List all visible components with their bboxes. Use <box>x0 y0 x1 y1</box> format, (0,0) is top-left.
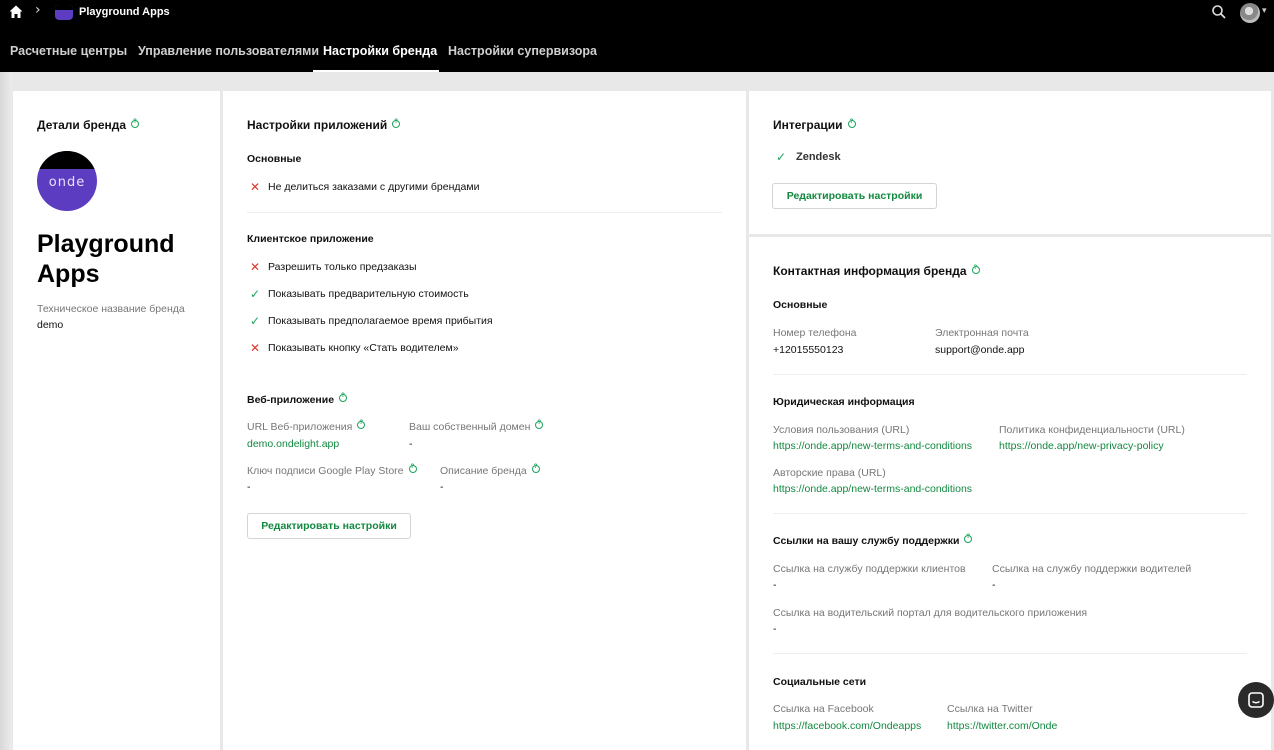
option-show-price-estimate: Показывать предварительную стоимость <box>268 288 469 300</box>
client-app-section-title: Клиентское приложение <box>247 233 374 245</box>
client-support-label: Ссылка на службу поддержки клиентов <box>773 563 966 575</box>
basic-section-title: Основные <box>247 153 302 165</box>
brand-desc-value: - <box>440 481 444 493</box>
play-key-value: - <box>247 481 251 493</box>
email-value: support@onde.app <box>935 344 1025 356</box>
facebook-link[interactable]: https://facebook.com/Ondeapps <box>773 720 921 732</box>
copyright-link[interactable]: https://onde.app/new-terms-and-condition… <box>773 483 972 495</box>
help-icon[interactable] <box>357 420 366 429</box>
own-domain-label: Ваш собственный домен <box>409 420 544 433</box>
help-icon[interactable] <box>531 464 540 473</box>
option-become-driver-button: Показывать кнопку «Стать водителем» <box>268 342 459 354</box>
top-bar: › Playground Apps ▾ Расчетные центры Упр… <box>0 0 1274 72</box>
contacts-title-text: Контактная информация бренда <box>773 264 967 278</box>
web-url-label: URL Веб-приложения <box>247 420 366 433</box>
support-title-text: Ссылки на вашу службу поддержки <box>773 535 960 547</box>
phone-label: Номер телефона <box>773 327 857 339</box>
tech-name-value: demo <box>37 319 64 331</box>
search-icon[interactable] <box>1211 4 1227 20</box>
tab-billing-centers[interactable]: Расчетные центры <box>10 44 127 58</box>
tab-user-management[interactable]: Управление пользователями <box>138 44 319 58</box>
terms-label: Условия пользования (URL) <box>773 424 910 436</box>
help-icon[interactable] <box>339 393 348 402</box>
divider <box>773 513 1247 514</box>
own-domain-value: - <box>409 438 413 450</box>
brand-logo: onde <box>37 151 97 211</box>
web-url-link[interactable]: demo.ondelight.app <box>247 438 339 450</box>
cross-icon: ✕ <box>249 260 261 274</box>
brand-name: Playground Apps <box>37 230 175 288</box>
help-icon[interactable] <box>535 420 544 429</box>
twitter-link[interactable]: https://twitter.com/Onde <box>947 720 1057 732</box>
divider <box>247 212 722 213</box>
privacy-link[interactable]: https://onde.app/new-privacy-policy <box>999 440 1164 452</box>
edit-integrations-button[interactable]: Редактировать настройки <box>772 183 937 209</box>
divider <box>773 374 1247 375</box>
option-preorders-only: Разрешить только предзаказы <box>268 261 417 273</box>
integrations-title-text: Интеграции <box>773 118 843 132</box>
email-label: Электронная почта <box>935 327 1029 339</box>
driver-support-value: - <box>992 579 996 591</box>
web-app-section-title: Веб-приложение <box>247 393 348 406</box>
help-icon[interactable] <box>131 119 140 128</box>
tab-supervisor-settings[interactable]: Настройки супервизора <box>448 44 597 58</box>
check-icon: ✓ <box>775 150 787 164</box>
help-icon[interactable] <box>964 534 973 543</box>
copyright-label: Авторские права (URL) <box>773 467 886 479</box>
divider <box>773 653 1247 654</box>
help-icon[interactable] <box>408 464 417 473</box>
chat-icon <box>1248 692 1264 708</box>
tab-brand-settings[interactable]: Настройки бренда <box>323 44 437 58</box>
driver-portal-value: - <box>773 623 777 635</box>
option-no-share-orders: Не делиться заказами с другими брендами <box>268 181 480 193</box>
chevron-down-icon[interactable]: ▾ <box>1262 6 1267 16</box>
brand-details-title-text: Детали бренда <box>37 118 127 132</box>
legal-title: Юридическая информация <box>773 396 915 408</box>
play-key-label-text: Ключ подписи Google Play Store <box>247 465 404 477</box>
social-title: Социальные сети <box>773 676 867 688</box>
app-name[interactable]: Playground Apps <box>79 6 170 18</box>
brand-details-title: Детали бренда <box>37 118 140 132</box>
web-app-section-title-text: Веб-приложение <box>247 394 335 406</box>
contacts-basic-title: Основные <box>773 299 828 311</box>
driver-portal-label: Ссылка на водительский портал для водите… <box>773 607 1088 619</box>
brand-logo-text: onde <box>48 175 86 190</box>
terms-link[interactable]: https://onde.app/new-terms-and-condition… <box>773 440 972 452</box>
app-settings-title-text: Настройки приложений <box>247 118 388 132</box>
check-icon: ✓ <box>249 287 261 301</box>
contacts-title: Контактная информация бренда <box>773 264 980 278</box>
active-tab-indicator <box>313 70 439 72</box>
page-edge <box>0 72 12 750</box>
own-domain-label-text: Ваш собственный домен <box>409 421 531 433</box>
cross-icon: ✕ <box>249 180 261 194</box>
option-show-eta: Показывать предполагаемое время прибытия <box>268 315 493 327</box>
client-support-value: - <box>773 579 777 591</box>
avatar[interactable] <box>1240 3 1260 23</box>
edit-app-settings-button[interactable]: Редактировать настройки <box>247 513 411 539</box>
privacy-label: Политика конфиденциальности (URL) <box>999 424 1185 436</box>
chevron-right-icon: › <box>35 2 41 18</box>
brand-desc-label-text: Описание бренда <box>440 465 527 477</box>
integrations-title: Интеграции <box>773 118 856 132</box>
twitter-label: Ссылка на Twitter <box>947 703 1033 715</box>
driver-support-label: Ссылка на службу поддержки водителей <box>992 563 1192 575</box>
support-title: Ссылки на вашу службу поддержки <box>773 534 973 547</box>
chat-launcher-button[interactable] <box>1238 682 1274 718</box>
phone-value: +12015550123 <box>773 344 844 356</box>
tech-name-label: Техническое название бренда <box>37 303 185 315</box>
web-url-label-text: URL Веб-приложения <box>247 421 353 433</box>
brand-desc-label: Описание бренда <box>440 464 540 477</box>
facebook-label: Ссылка на Facebook <box>773 703 874 715</box>
help-icon[interactable] <box>971 265 980 274</box>
cross-icon: ✕ <box>249 341 261 355</box>
help-icon[interactable] <box>392 119 401 128</box>
check-icon: ✓ <box>249 314 261 328</box>
app-settings-title: Настройки приложений <box>247 118 401 132</box>
integration-zendesk: Zendesk <box>796 151 841 163</box>
app-logo <box>55 5 73 20</box>
help-icon[interactable] <box>847 119 856 128</box>
play-key-label: Ключ подписи Google Play Store <box>247 464 417 477</box>
home-icon[interactable] <box>8 4 24 20</box>
